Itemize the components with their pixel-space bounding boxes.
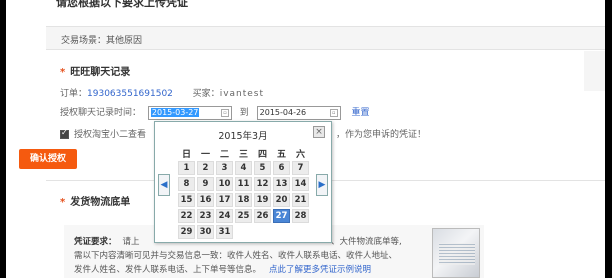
start-date-value: 2015-03-27 (150, 107, 200, 117)
shipping-title-text: 发货物流底单 (70, 197, 131, 208)
calendar-day[interactable]: 19 (254, 193, 271, 207)
calendar-day[interactable]: 1 (178, 161, 195, 175)
next-month-button[interactable]: ▶ (316, 174, 328, 196)
appeal-page: 请您根据以下要求上传凭证 交易场景：其他原因 * 旺旺聊天记录 订单：193063… (6, 0, 605, 278)
weekday-label: 二 (219, 150, 229, 160)
calendar-day-selected[interactable]: 27 (273, 209, 290, 223)
order-label: 订单： (60, 89, 88, 99)
proof-line-1-left: 请上 (122, 237, 140, 247)
calendar-day[interactable]: 9 (197, 177, 214, 191)
calendar-day[interactable]: 29 (178, 225, 195, 239)
calendar-day[interactable]: 4 (235, 161, 252, 175)
auth-time-row: 授权聊天记录时间： 2015-03-27 ▫ 到 2015-04-26 ▫ 重置 (60, 105, 370, 120)
calendar-day[interactable]: 5 (254, 161, 271, 175)
calendar-day[interactable]: 6 (273, 161, 290, 175)
weekday-label: 日 (181, 150, 191, 160)
calendar-day[interactable]: 8 (178, 177, 195, 191)
calendar-day[interactable]: 10 (216, 177, 233, 191)
proof-line-1: 凭证要求： 请上 (74, 235, 140, 247)
prev-month-button[interactable]: ◀ (158, 174, 170, 196)
weekday-label: 四 (257, 150, 267, 160)
start-date-input[interactable]: 2015-03-27 ▫ (147, 105, 232, 120)
consent-row: 授权淘宝小二查看 (60, 127, 146, 140)
weekday-label: 五 (276, 150, 286, 160)
calendar-day[interactable]: 30 (197, 225, 214, 239)
calendar-month-title: 2015年3月 (218, 131, 268, 142)
calendar-day[interactable]: 26 (254, 209, 271, 223)
calendar-day[interactable]: 18 (235, 193, 252, 207)
proof-line-2: 需以下内容清晰可见并与交易信息一致：收件人姓名、收件人联系电话、收件人地址、 (74, 251, 398, 261)
weekday-label: 一 (200, 150, 210, 160)
calendar-day[interactable]: 15 (178, 193, 195, 207)
calendar-day[interactable]: 22 (178, 209, 195, 223)
calendar-day[interactable]: 11 (235, 177, 252, 191)
proof-line-3-text: 发件人姓名、发件人联系电话、上下单号等信息。 (74, 265, 262, 275)
required-star: * (60, 197, 66, 208)
calendar-day[interactable]: 31 (216, 225, 233, 239)
calendar-day[interactable]: 23 (197, 209, 214, 223)
calendar-day[interactable]: 7 (292, 161, 309, 175)
end-date-value: 2015-04-26 (259, 107, 307, 117)
calendar-day[interactable]: 16 (197, 193, 214, 207)
calendar-day[interactable]: 21 (292, 193, 309, 207)
scene-label: 交易场景：其他原因 (61, 36, 143, 46)
calendar-icon[interactable]: ▫ (329, 108, 338, 117)
required-star: * (60, 67, 66, 78)
calendar-day[interactable]: 12 (254, 177, 271, 191)
calendar-icon[interactable]: ▫ (220, 108, 229, 117)
calendar-days-grid: 1 2 3 4 5 6 7 8 9 10 11 12 13 14 15 16 17 18 19 20 21 22 23 24 2… (177, 160, 310, 240)
proof-label: 凭证要求： (74, 237, 117, 247)
consent-text-right-row: ，作为您申诉的凭证！ (336, 127, 426, 140)
calendar-day[interactable]: 25 (235, 209, 252, 223)
order-number-link[interactable]: 193063551691502 (87, 89, 173, 99)
weekday-label: 三 (238, 150, 248, 160)
calendar-day[interactable]: 24 (216, 209, 233, 223)
consent-text-right: ，作为您申诉的凭证！ (336, 130, 427, 140)
weekday-label: 六 (295, 150, 305, 160)
consent-text-left: 授权淘宝小二查看 (74, 130, 147, 140)
calendar-day[interactable]: 3 (216, 161, 233, 175)
wangwang-title: * 旺旺聊天记录 (60, 63, 130, 78)
date-picker-popup: 2015年3月 × ◀ ▶ 日一二三四五六 1 2 3 4 5 6 7 8 9 10 11 12 13 1… (154, 121, 332, 243)
consent-checkbox[interactable] (60, 128, 69, 139)
calendar-day[interactable]: 20 (273, 193, 290, 207)
calendar-day[interactable]: 2 (197, 161, 214, 175)
proof-line-3: 发件人姓名、发件人联系电话、上下单号等信息。 点此了解更多凭证示例说明 (74, 263, 371, 275)
section-heading-cut: 请您根据以下要求上传凭证 (56, 0, 188, 9)
to-label: 到 (239, 108, 249, 118)
calendar-day[interactable]: 28 (292, 209, 309, 223)
end-date-input[interactable]: 2015-04-26 ▫ (256, 105, 341, 120)
proof-line-1-right: 、大件物流底单等, (331, 237, 402, 247)
close-icon[interactable]: × (313, 126, 325, 138)
buyer-label: 买家： (192, 89, 220, 99)
order-row: 订单：193063551691502 买家：ivantest (60, 86, 264, 99)
wangwang-title-text: 旺旺聊天记录 (70, 67, 131, 78)
calendar-day[interactable]: 13 (273, 177, 290, 191)
calendar-day[interactable]: 17 (216, 193, 233, 207)
buyer-name: ivantest (219, 89, 265, 99)
proof-example-link[interactable]: 点此了解更多凭证示例说明 (269, 265, 371, 275)
calendar-day[interactable]: 14 (292, 177, 309, 191)
weekday-header: 日一二三四五六 (177, 147, 310, 160)
auth-time-label: 授权聊天记录时间： (60, 108, 142, 118)
scene-bar: 交易场景：其他原因 (46, 26, 605, 50)
proof-example-thumbnail[interactable] (432, 228, 480, 278)
reset-link[interactable]: 重置 (352, 108, 370, 118)
confirm-authorize-button[interactable]: 确认授权 (19, 149, 77, 169)
shipping-title: * 发货物流底单 (60, 193, 130, 208)
